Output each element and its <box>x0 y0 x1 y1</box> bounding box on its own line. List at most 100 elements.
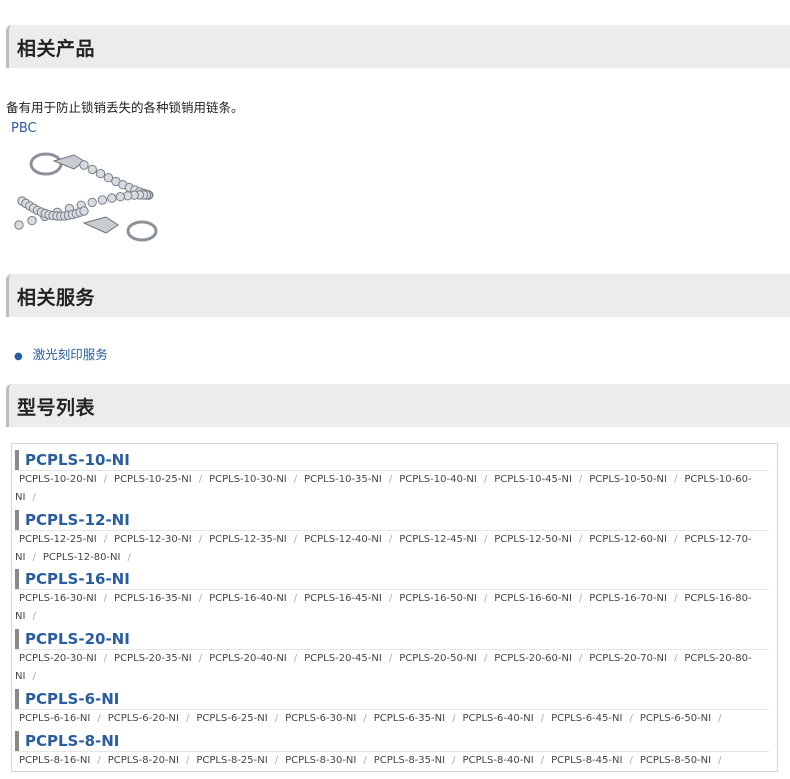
model-link[interactable]: PCPLS-16-35-NI <box>114 593 192 604</box>
model-link[interactable]: PCPLS-16-50-NI <box>399 593 477 604</box>
model-link[interactable]: PCPLS-10-60- <box>684 474 751 485</box>
separator: / <box>32 492 36 503</box>
model-link[interactable]: PCPLS-6-16-NI <box>19 713 90 724</box>
model-link[interactable]: PCPLS-12-50-NI <box>494 534 572 545</box>
model-link[interactable]: PCPLS-16-30-NI <box>19 593 97 604</box>
model-row: NI / PCPLS-12-80-NI / <box>15 551 138 565</box>
model-link[interactable]: PCPLS-8-40-NI <box>462 755 533 766</box>
separator: / <box>186 713 190 724</box>
model-group-title[interactable]: PCPLS-10-NI <box>15 450 130 470</box>
model-row: NI / <box>15 610 43 624</box>
model-link[interactable]: PCPLS-20-80- <box>684 653 751 664</box>
model-link[interactable]: PCPLS-6-30-NI <box>285 713 356 724</box>
model-link[interactable]: PCPLS-6-45-NI <box>551 713 622 724</box>
separator: / <box>97 713 101 724</box>
model-link[interactable]: PCPLS-10-30-NI <box>209 474 287 485</box>
model-link[interactable]: PCPLS-10-45-NI <box>494 474 572 485</box>
divider <box>15 470 769 471</box>
model-link[interactable]: PCPLS-6-25-NI <box>196 713 267 724</box>
model-link[interactable]: NI <box>15 671 25 682</box>
model-link[interactable]: PCPLS-12-80-NI <box>43 552 121 563</box>
separator: / <box>629 713 633 724</box>
separator: / <box>186 755 190 766</box>
model-link[interactable]: PCPLS-20-50-NI <box>399 653 477 664</box>
model-link[interactable]: PCPLS-10-40-NI <box>399 474 477 485</box>
model-group-title[interactable]: PCPLS-20-NI <box>15 629 130 649</box>
separator: / <box>718 713 722 724</box>
model-link[interactable]: NI <box>15 492 25 503</box>
service-list: ● 激光刻印服务 <box>14 344 108 363</box>
model-link[interactable]: PCPLS-8-45-NI <box>551 755 622 766</box>
model-row: PCPLS-12-25-NI / PCPLS-12-30-NI / PCPLS-12-3… <box>19 533 752 547</box>
model-link[interactable]: PCPLS-16-60-NI <box>494 593 572 604</box>
model-link[interactable]: NI <box>15 611 25 622</box>
separator: / <box>32 552 36 563</box>
separator: / <box>274 755 279 766</box>
model-link[interactable]: PCPLS-16-70-NI <box>589 593 667 604</box>
model-link[interactable]: PCPLS-10-35-NI <box>304 474 382 485</box>
section-header-model-list: 型号列表 <box>6 384 790 427</box>
separator: / <box>483 653 488 664</box>
service-link-laser-marking[interactable]: 激光刻印服务 <box>33 347 108 362</box>
model-group-title[interactable]: PCPLS-12-NI <box>15 510 130 530</box>
model-link[interactable]: PCPLS-12-70- <box>684 534 751 545</box>
separator: / <box>388 474 393 485</box>
model-link[interactable]: PCPLS-6-50-NI <box>640 713 711 724</box>
model-link[interactable]: PCPLS-10-25-NI <box>114 474 192 485</box>
model-link[interactable]: PCPLS-12-35-NI <box>209 534 287 545</box>
model-link[interactable]: PCPLS-16-40-NI <box>209 593 287 604</box>
separator: / <box>293 534 298 545</box>
separator: / <box>388 653 393 664</box>
model-link[interactable]: PCPLS-16-45-NI <box>304 593 382 604</box>
model-link[interactable]: PCPLS-6-20-NI <box>108 713 179 724</box>
product-link-pbc[interactable]: PBC <box>11 121 37 136</box>
model-group-title[interactable]: PCPLS-6-NI <box>15 689 119 709</box>
bullet-icon: ● <box>14 351 23 362</box>
model-link[interactable]: PCPLS-10-20-NI <box>19 474 97 485</box>
separator: / <box>629 755 633 766</box>
model-link[interactable]: PCPLS-12-30-NI <box>114 534 192 545</box>
separator: / <box>673 534 678 545</box>
model-row: PCPLS-16-30-NI / PCPLS-16-35-NI / PCPLS-16-4… <box>19 592 752 606</box>
model-group-title[interactable]: PCPLS-8-NI <box>15 731 119 751</box>
product-image[interactable] <box>14 145 194 245</box>
model-group-title[interactable]: PCPLS-16-NI <box>15 569 130 589</box>
separator: / <box>483 534 488 545</box>
model-link[interactable]: PCPLS-20-35-NI <box>114 653 192 664</box>
separator: / <box>198 474 203 485</box>
section-title: 型号列表 <box>17 397 96 419</box>
model-link[interactable]: PCPLS-20-60-NI <box>494 653 572 664</box>
model-link[interactable]: PCPLS-20-70-NI <box>589 653 667 664</box>
model-link[interactable]: PCPLS-8-35-NI <box>374 755 445 766</box>
separator: / <box>198 534 203 545</box>
model-link[interactable]: PCPLS-6-40-NI <box>462 713 533 724</box>
model-link[interactable]: PCPLS-6-35-NI <box>374 713 445 724</box>
model-link[interactable]: PCPLS-20-30-NI <box>19 653 97 664</box>
list-item: ● 激光刻印服务 <box>14 344 108 363</box>
model-link[interactable]: PCPLS-8-25-NI <box>196 755 267 766</box>
model-link[interactable]: PCPLS-8-30-NI <box>285 755 356 766</box>
model-link[interactable]: PCPLS-20-45-NI <box>304 653 382 664</box>
model-link[interactable]: PCPLS-12-40-NI <box>304 534 382 545</box>
section-header-related-products: 相关产品 <box>6 25 790 68</box>
separator: / <box>578 474 583 485</box>
model-link[interactable]: PCPLS-10-50-NI <box>589 474 667 485</box>
separator: / <box>274 713 279 724</box>
model-link[interactable]: NI <box>15 552 25 563</box>
model-link[interactable]: PCPLS-12-45-NI <box>399 534 477 545</box>
separator: / <box>32 671 36 682</box>
separator: / <box>103 534 108 545</box>
separator: / <box>452 755 456 766</box>
model-link[interactable]: PCPLS-20-40-NI <box>209 653 287 664</box>
separator: / <box>578 653 583 664</box>
model-link[interactable]: PCPLS-8-50-NI <box>640 755 711 766</box>
model-link[interactable]: PCPLS-12-25-NI <box>19 534 97 545</box>
model-row: NI / <box>15 670 43 684</box>
model-link[interactable]: PCPLS-8-20-NI <box>108 755 179 766</box>
model-link[interactable]: PCPLS-8-16-NI <box>19 755 90 766</box>
model-link[interactable]: PCPLS-16-80- <box>684 593 751 604</box>
model-link[interactable]: PCPLS-12-60-NI <box>589 534 667 545</box>
separator: / <box>198 593 203 604</box>
model-row: NI / <box>15 491 43 505</box>
separator: / <box>578 593 583 604</box>
